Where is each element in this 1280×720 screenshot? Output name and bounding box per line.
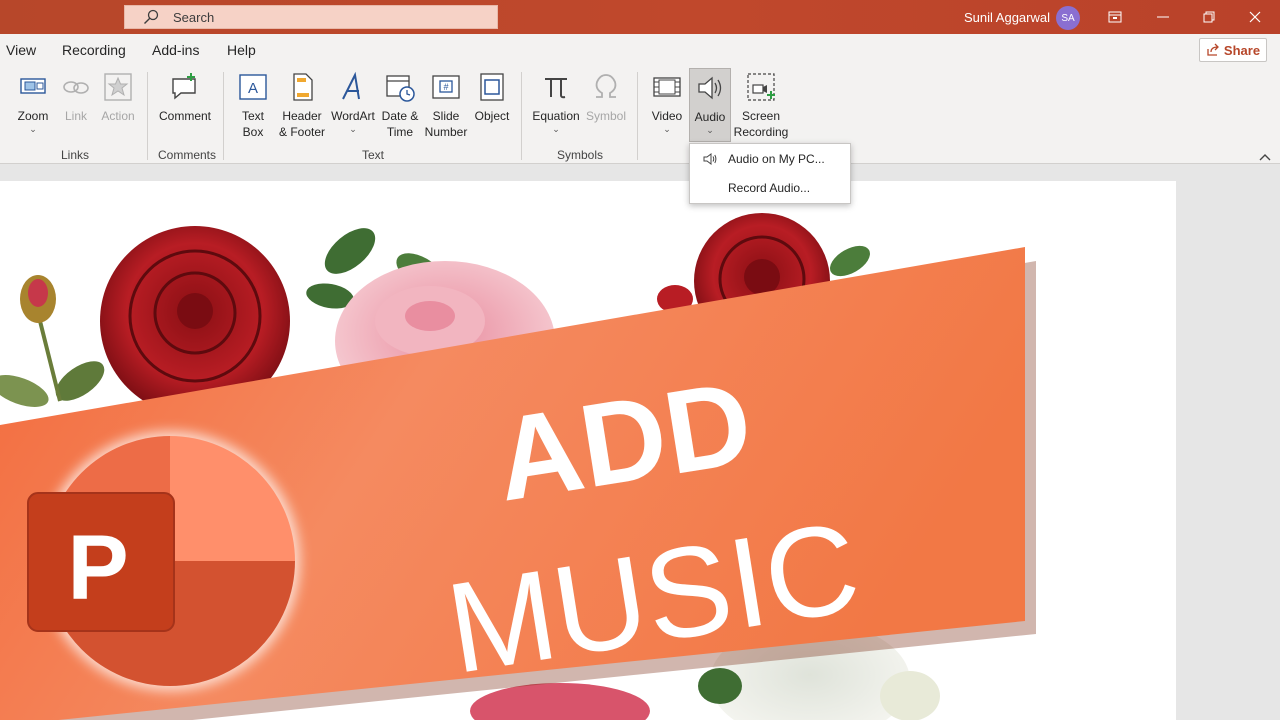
screen-recording-label: Screen Recording [733, 109, 789, 139]
wordart-button[interactable]: WordArt ⌄ [330, 70, 376, 134]
share-button[interactable]: Share [1199, 38, 1267, 62]
audio-label: Audio [694, 110, 726, 124]
wordart-label: WordArt [331, 109, 375, 123]
object-icon [480, 73, 504, 101]
ribbon-display-icon [1108, 11, 1122, 23]
ribbon: Zoom ⌄ Link Action Links Comment Comment… [0, 66, 1280, 164]
omega-icon [595, 74, 617, 98]
text-group-label: Text [362, 148, 385, 162]
zoom-label: Zoom [17, 109, 49, 123]
slide-number-label: Slide Number [424, 109, 468, 139]
slide-number-button[interactable]: # Slide Number [424, 70, 468, 140]
date-time-label: Date & Time [381, 109, 419, 139]
menu-item-label: Record Audio... [728, 181, 811, 195]
search-icon [144, 9, 159, 24]
action-star-icon [104, 73, 132, 101]
zoom-icon [20, 78, 46, 94]
powerpoint-logo-letter: P [67, 517, 128, 619]
text-box-button[interactable]: A Text Box [234, 70, 272, 140]
group-divider [147, 72, 148, 160]
svg-text:#: # [443, 82, 448, 92]
text-box-label: Text Box [241, 109, 264, 139]
menu-bar: View Recording Add-ins Help [0, 34, 1280, 66]
object-button[interactable]: Object [472, 70, 512, 124]
equation-button[interactable]: Equation ⌄ [530, 70, 582, 134]
action-label: Action [101, 109, 135, 123]
menu-item-label: Audio on My PC... [728, 152, 825, 166]
equation-label: Equation [532, 109, 580, 123]
header-footer-label: Header & Footer [278, 109, 326, 139]
audio-dropdown-menu: Audio on My PC... Record Audio... [689, 143, 851, 204]
chevron-up-icon [1259, 154, 1271, 161]
title-bar: Search Sunil Aggarwal SA [0, 0, 1280, 34]
comment-icon [172, 73, 196, 100]
collapse-ribbon-button[interactable] [1258, 150, 1272, 162]
tab-view[interactable]: View [6, 42, 36, 58]
close-icon [1249, 11, 1261, 23]
user-name[interactable]: Sunil Aggarwal [964, 10, 1050, 25]
tab-recording[interactable]: Recording [62, 42, 126, 58]
comment-button[interactable]: Comment [156, 70, 214, 124]
audio-button[interactable]: Audio ⌄ [689, 68, 731, 142]
chevron-down-icon: ⌄ [552, 124, 560, 134]
group-divider [637, 72, 638, 160]
zoom-button[interactable]: Zoom ⌄ [14, 70, 52, 134]
link-button[interactable]: Link [58, 70, 94, 124]
close-button[interactable] [1232, 0, 1278, 34]
share-label: Share [1223, 42, 1261, 58]
chevron-down-icon: ⌄ [706, 125, 714, 135]
minimize-icon [1157, 16, 1169, 18]
avatar[interactable]: SA [1056, 6, 1080, 30]
menu-item-record-audio[interactable]: Record Audio... [690, 174, 850, 202]
link-label: Link [64, 109, 87, 123]
text-box-icon: A [239, 74, 267, 100]
chevron-down-icon: ⌄ [29, 124, 37, 134]
pi-icon [545, 78, 567, 99]
chevron-down-icon: ⌄ [349, 124, 357, 134]
links-group-label: Links [61, 148, 90, 162]
speaker-icon [703, 153, 717, 165]
comment-label: Comment [158, 109, 211, 123]
video-button[interactable]: Video ⌄ [646, 70, 688, 134]
object-label: Object [474, 109, 510, 123]
restore-icon [1203, 11, 1215, 23]
symbol-button[interactable]: Symbol [584, 70, 628, 124]
film-icon [653, 77, 681, 97]
link-icon [63, 81, 89, 94]
group-divider [223, 72, 224, 160]
search-box[interactable]: Search [124, 5, 498, 29]
slide[interactable]: ADD MUSIC P [0, 181, 1176, 720]
minimize-button[interactable] [1140, 0, 1186, 34]
menu-item-audio-on-my-pc[interactable]: Audio on My PC... [690, 145, 850, 173]
svg-text:A: A [248, 80, 258, 97]
screen-recording-button[interactable]: Screen Recording [734, 70, 788, 140]
comments-group-label: Comments [158, 148, 217, 162]
chevron-down-icon: ⌄ [663, 124, 671, 134]
slide-number-icon: # [432, 75, 460, 99]
header-footer-icon [293, 73, 313, 101]
speaker-icon [698, 76, 722, 100]
tab-help[interactable]: Help [227, 42, 256, 58]
slide-artwork: ADD MUSIC P [0, 213, 1036, 720]
share-icon [1207, 43, 1219, 56]
symbols-group-label: Symbols [557, 148, 604, 162]
header-footer-button[interactable]: Header & Footer [276, 70, 328, 140]
restore-button[interactable] [1186, 0, 1232, 34]
group-divider [521, 72, 522, 160]
calendar-clock-icon [386, 75, 415, 102]
action-button[interactable]: Action [98, 70, 138, 124]
ribbon-display-options-button[interactable] [1092, 0, 1138, 34]
date-time-button[interactable]: Date & Time [378, 70, 422, 140]
search-placeholder: Search [173, 9, 215, 25]
wordart-icon [342, 71, 360, 100]
screen-recording-icon [747, 73, 775, 101]
symbol-label: Symbol [585, 109, 626, 123]
tab-add-ins[interactable]: Add-ins [152, 42, 199, 58]
video-label: Video [651, 109, 683, 123]
